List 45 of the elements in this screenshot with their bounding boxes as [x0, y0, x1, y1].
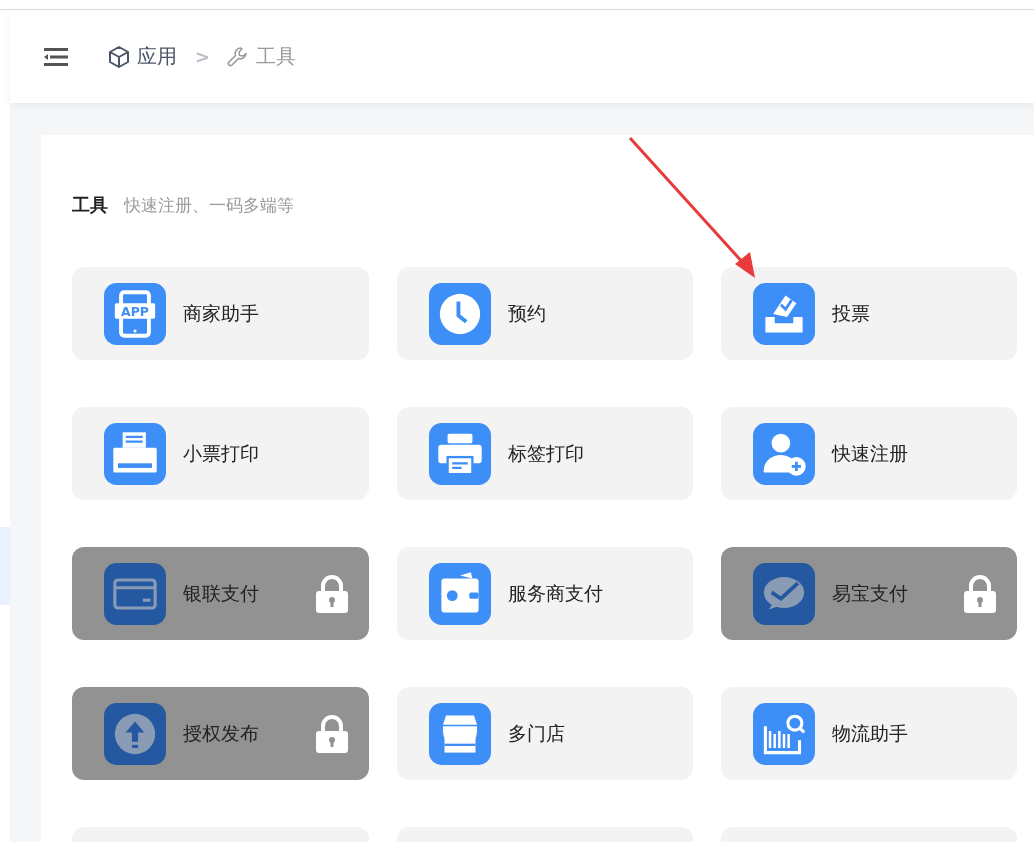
- tool-label: 商家助手: [183, 300, 259, 326]
- breadcrumb-separator: >: [195, 46, 211, 67]
- lock-icon: [963, 575, 997, 613]
- tool-label: 标签打印: [508, 440, 584, 466]
- tool-card[interactable]: 快速注册: [721, 407, 1017, 500]
- tool-card[interactable]: 物流助手: [721, 687, 1017, 780]
- tool-card[interactable]: 银联支付: [72, 547, 369, 640]
- tool-label: 投票: [832, 300, 870, 326]
- section-subtitle: 快速注册、一码多端等: [124, 194, 294, 217]
- lock-icon: [315, 575, 349, 613]
- tool-card[interactable]: 预约: [397, 267, 693, 360]
- tool-card[interactable]: 易宝支付: [721, 547, 1017, 640]
- upload-icon: [104, 702, 166, 765]
- lock-icon: [315, 715, 349, 753]
- receipt-printer-icon: [104, 422, 166, 485]
- tool-label: 授权发布: [183, 720, 259, 746]
- section-title: 工具: [72, 193, 108, 217]
- wallet-icon: [429, 562, 491, 625]
- card-icon: [104, 562, 166, 625]
- tool-label: 易宝支付: [832, 580, 908, 606]
- tool-label: 物流助手: [832, 720, 908, 746]
- tool-card[interactable]: 多门店: [397, 687, 693, 780]
- app-icon-text: APP: [121, 303, 149, 319]
- tool-card[interactable]: 投票: [721, 267, 1017, 360]
- tool-card[interactable]: 小票打印: [72, 407, 369, 500]
- storefront-icon: [429, 702, 491, 765]
- tool-label: 小票打印: [183, 440, 259, 466]
- ballot-box-icon: [753, 282, 815, 345]
- tool-label: 多门店: [508, 720, 565, 746]
- clock-icon: [429, 282, 491, 345]
- tool-card[interactable]: 标签打印: [397, 407, 693, 500]
- barcode-search-icon: [753, 702, 815, 765]
- tool-card[interactable]: 服务商支付: [397, 547, 693, 640]
- tool-label: 服务商支付: [508, 580, 603, 606]
- printer-icon: [429, 422, 491, 485]
- user-add-icon: [753, 422, 815, 485]
- tool-label: 快速注册: [832, 440, 908, 466]
- tool-card[interactable]: 授权发布: [72, 687, 369, 780]
- chat-check-icon: [753, 562, 815, 625]
- tool-label: 预约: [508, 300, 546, 326]
- tool-label: 银联支付: [183, 580, 259, 606]
- menu-fold-icon[interactable]: [44, 46, 68, 67]
- tool-card[interactable]: APP 商家助手: [72, 267, 369, 360]
- cube-icon: [107, 44, 131, 69]
- breadcrumb-link[interactable]: 应用: [137, 43, 177, 70]
